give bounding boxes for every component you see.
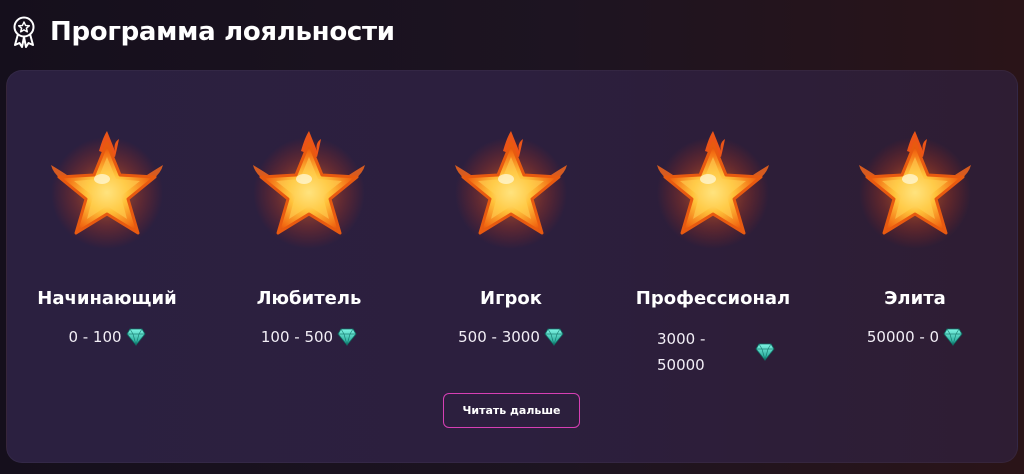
level-card-player: Игрок 500 - 3000 [411, 71, 611, 391]
page-title: Программа лояльности [50, 17, 395, 47]
fire-star-icon [855, 129, 975, 249]
range-text: 0 - 100 [68, 328, 122, 346]
level-card-beginner: Начинающий 0 - 100 [7, 71, 207, 391]
diamond-icon [337, 328, 357, 346]
range-text: 3000 - 50000 [657, 330, 706, 374]
range-text: 50000 - 0 [866, 328, 940, 346]
loyalty-levels-panel: Начинающий 0 - 100 Любитель 100 - 500 Иг… [6, 70, 1018, 463]
fire-star-icon [653, 129, 773, 249]
fire-star-icon [451, 129, 571, 249]
fire-star-icon [47, 129, 167, 249]
diamond-icon [755, 343, 775, 361]
level-card-amateur: Любитель 100 - 500 [209, 71, 409, 391]
level-range: 100 - 500 [209, 328, 409, 346]
page-header: Программа лояльности [10, 12, 395, 52]
level-name: Любитель [256, 288, 362, 309]
diamond-icon [126, 328, 146, 346]
level-name: Начинающий [37, 288, 177, 309]
medal-star-icon [10, 16, 38, 48]
level-range: 500 - 3000 [411, 328, 611, 346]
level-name: Профессионал [635, 288, 791, 309]
level-card-elite: Элита 50000 - 0 [815, 71, 1015, 391]
level-name: Игрок [480, 288, 542, 309]
level-card-professional: Профессионал 3000 - 50000 [613, 71, 813, 391]
diamond-icon [943, 328, 963, 346]
range-text: 100 - 500 [260, 328, 334, 346]
fire-star-icon [249, 129, 369, 249]
level-range: 3000 - 50000 [613, 326, 813, 378]
range-text: 500 - 3000 [458, 328, 540, 346]
level-name: Элита [884, 288, 946, 309]
read-more-button[interactable]: Читать дальше [443, 393, 580, 428]
level-range: 50000 - 0 [815, 328, 1015, 346]
diamond-icon [544, 328, 564, 346]
level-range: 0 - 100 [7, 328, 207, 346]
